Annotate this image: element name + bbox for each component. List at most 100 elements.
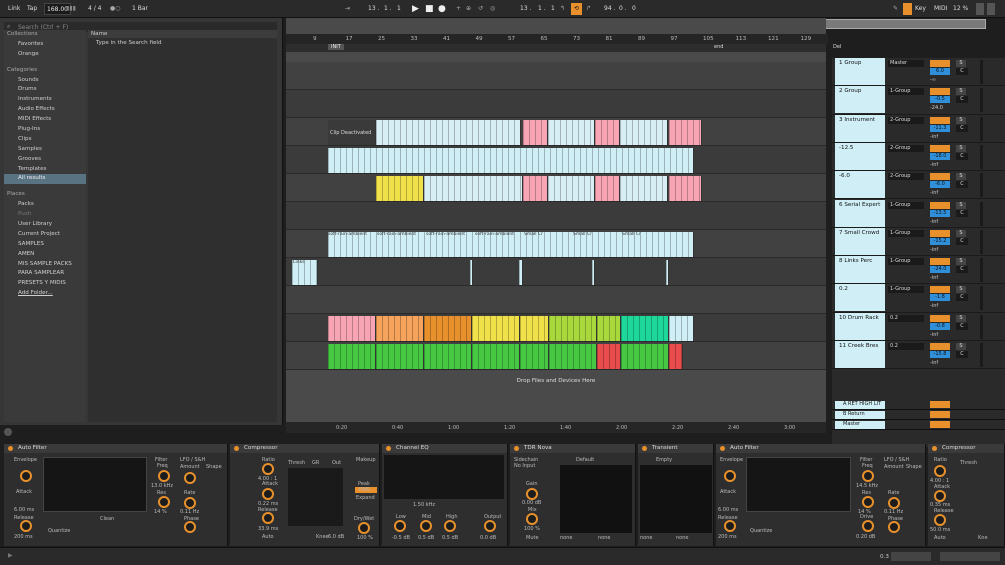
drop-zone[interactable]: Drop Files and Devices Here (286, 370, 826, 392)
eq-display[interactable] (384, 455, 504, 499)
category-midi-effects[interactable]: MIDI Effects (4, 115, 86, 125)
bar-ruler[interactable]: 9 17 25 33 41 49 57 65 73 81 89 97 105 113 121 129 (286, 34, 828, 44)
return-name[interactable]: B Return (835, 411, 885, 419)
capture-icon[interactable]: ◎ (490, 3, 495, 15)
clip[interactable]: Clip Deactivated (328, 120, 376, 145)
volume-field[interactable]: -1.8 (930, 294, 950, 302)
loop-length[interactable]: 94 . (604, 3, 615, 15)
phase-knob[interactable] (184, 521, 196, 533)
re-enable-automation-icon[interactable]: ↺ (478, 3, 483, 15)
category-all-results[interactable]: All results (4, 174, 86, 185)
place-user-library[interactable]: User Library (4, 220, 86, 230)
track-lane[interactable] (286, 174, 826, 202)
clip[interactable] (519, 260, 523, 285)
output-routing[interactable]: 1-Group (888, 201, 924, 209)
track-activator[interactable] (930, 60, 950, 67)
nudge-icon[interactable]: ▮▮▮ (66, 3, 76, 15)
clip[interactable] (424, 176, 523, 201)
pan-field[interactable]: C (956, 68, 968, 75)
solo-button[interactable]: S (956, 201, 966, 209)
track-name[interactable]: 10 Drum Rack (835, 312, 885, 340)
track-activator[interactable] (930, 343, 950, 350)
loop-start-beat[interactable]: 1 . (538, 3, 546, 15)
device-title[interactable]: TDR Nova (510, 444, 635, 453)
ratio2-knob[interactable] (934, 465, 946, 477)
clip[interactable] (523, 176, 548, 201)
comp-attack-knob[interactable] (262, 488, 274, 500)
clip[interactable] (669, 120, 702, 145)
pan-field[interactable]: C (956, 181, 968, 189)
category-audio-effects[interactable]: Audio Effects (4, 105, 86, 115)
clip[interactable] (376, 120, 521, 145)
release3-knob[interactable] (934, 514, 946, 526)
freq-knob[interactable] (158, 470, 170, 482)
release2-knob[interactable] (724, 520, 736, 532)
name-column-header[interactable]: Name (88, 30, 277, 38)
arrangement-position-beat[interactable]: 1 . (384, 3, 392, 15)
filter-display[interactable] (43, 457, 147, 512)
solo-button[interactable]: S (956, 258, 966, 266)
clip[interactable] (376, 344, 424, 369)
track-name[interactable]: 11 Creek Bres (835, 341, 885, 368)
solo-button[interactable]: S (956, 314, 966, 322)
track-lane[interactable] (286, 90, 826, 118)
collection-favorites[interactable]: Favorites (4, 40, 86, 50)
track-lane[interactable] (286, 342, 826, 370)
output-routing[interactable]: 2-Group (888, 173, 924, 181)
arrangement-view[interactable]: INIT end Clip Deactivated soft-rain-ambie… (286, 18, 851, 433)
category-grooves[interactable]: Grooves (4, 155, 86, 165)
phase2-knob[interactable] (888, 521, 900, 533)
metronome-icon[interactable]: ●○ (110, 3, 120, 15)
time-signature[interactable]: 4 / 4 (88, 3, 101, 15)
category-templates[interactable]: Templates (4, 165, 86, 175)
output-routing[interactable]: 2-Group (888, 144, 924, 152)
track-activator[interactable] (930, 258, 950, 266)
pan-field[interactable]: C (956, 266, 968, 274)
track-lane[interactable]: soft-rain-ambient soft-rain-ambient soft-r… (286, 230, 826, 258)
mid-knob[interactable] (420, 520, 432, 532)
draw-mode-icon[interactable]: ✎ (893, 3, 898, 15)
device-title[interactable]: Channel EQ (382, 444, 507, 453)
key-map-button[interactable]: Key (915, 3, 926, 15)
track-overview-icon[interactable] (891, 552, 931, 561)
return-activator[interactable] (930, 411, 950, 418)
place-para-samplear[interactable]: PARA SAMPLEAR (4, 269, 86, 279)
loop-start[interactable]: 13 . (520, 3, 531, 15)
solo-button[interactable]: S (956, 229, 966, 237)
volume-field[interactable]: 6.0 (930, 68, 950, 75)
device-title[interactable]: Auto Filter (716, 444, 925, 453)
device-title[interactable]: Compressor (230, 444, 379, 453)
midi-map-button[interactable]: MIDI (934, 3, 947, 15)
rate-knob[interactable] (184, 497, 196, 509)
category-samples[interactable]: Samples (4, 145, 86, 155)
solo-button[interactable]: S (956, 286, 966, 294)
place-mis-sample-packs[interactable]: MIS SAMPLE PACKS (4, 260, 86, 270)
return-activator[interactable] (930, 421, 950, 428)
category-sounds[interactable]: Sounds (4, 76, 86, 86)
device-on-icon[interactable] (386, 446, 391, 451)
follow-icon[interactable]: ⇥ (345, 3, 350, 15)
locator-init[interactable]: INIT (328, 44, 344, 50)
envelope2-knob[interactable] (724, 470, 736, 482)
track-lane[interactable] (286, 146, 826, 174)
envelope-amount-knob[interactable] (20, 470, 32, 482)
res-knob[interactable] (158, 496, 170, 508)
pan-field[interactable]: C (956, 96, 968, 104)
high-knob[interactable] (444, 520, 456, 532)
return-name[interactable]: Master (835, 421, 885, 429)
attack3-knob[interactable] (934, 490, 946, 502)
key-map-icon[interactable] (903, 3, 912, 15)
pan-field[interactable]: C (956, 294, 968, 302)
track-activator[interactable] (930, 144, 950, 152)
clip[interactable] (669, 316, 694, 341)
clip[interactable] (520, 344, 549, 369)
clip[interactable] (424, 316, 472, 341)
loop-icon[interactable]: ⟲ (571, 3, 582, 15)
track-activator[interactable] (930, 116, 950, 124)
track-lane[interactable] (286, 202, 826, 230)
clip[interactable] (592, 260, 595, 285)
track-name[interactable]: -6.0 (835, 171, 885, 199)
output-routing[interactable]: 0.2 (888, 314, 924, 322)
comp-release-knob[interactable] (262, 512, 274, 524)
clip[interactable] (472, 316, 520, 341)
